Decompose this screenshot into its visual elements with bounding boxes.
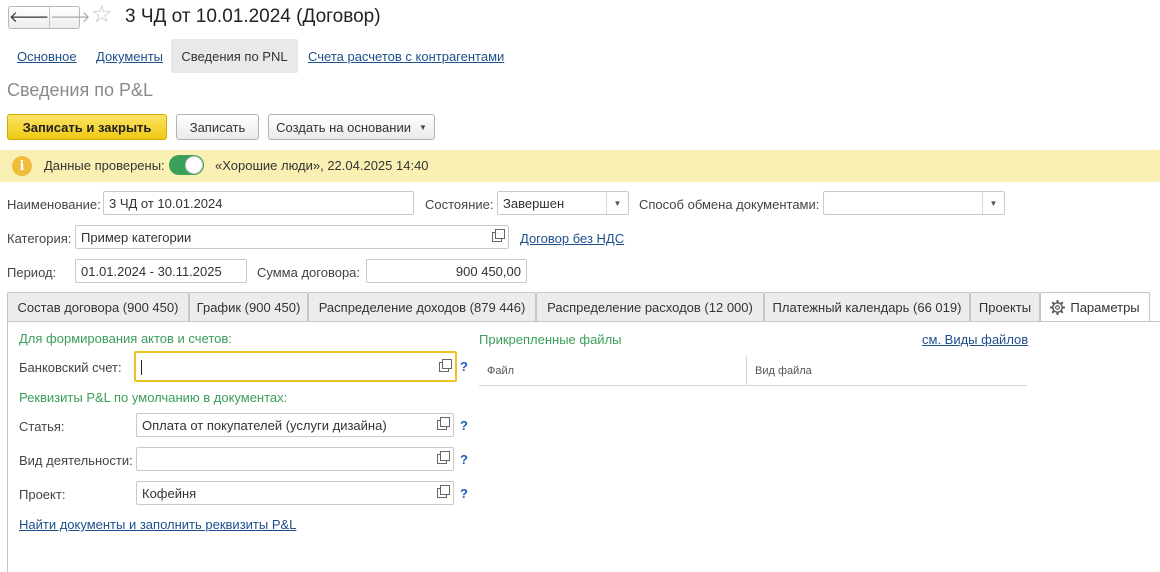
name-field[interactable]: 3 ЧД от 10.01.2024	[103, 191, 414, 215]
open-icon[interactable]	[433, 353, 455, 380]
attached-files-heading: Прикрепленные файлы	[479, 332, 622, 347]
period-field[interactable]: 01.01.2024 - 30.11.2025	[75, 259, 247, 283]
verified-by-text: «Хорошие люди», 22.04.2025 14:40	[215, 158, 429, 173]
create-based-on-label: Создать на основании	[276, 119, 411, 135]
exchange-select[interactable]: ▼	[823, 191, 1005, 215]
open-icon[interactable]	[431, 448, 453, 470]
tab-panel-left-border	[7, 321, 8, 572]
tab-parameters-label: Параметры	[1070, 300, 1140, 315]
files-column-type[interactable]: Вид файла	[746, 356, 1027, 386]
period-label: Период:	[7, 265, 57, 280]
tab-panel-border	[7, 321, 1160, 322]
forward-button[interactable]: 🡒	[50, 7, 90, 28]
category-value: Пример категории	[81, 229, 192, 245]
files-table-header: Файл Вид файла	[479, 356, 1027, 386]
state-value: Завершен	[503, 195, 565, 211]
chevron-down-icon[interactable]: ▼	[982, 192, 1004, 214]
article-label: Статья:	[19, 419, 65, 434]
bank-account-value	[141, 358, 433, 375]
arrow-right-icon: 🡒	[50, 9, 91, 26]
section-link-documents[interactable]: Документы	[96, 49, 163, 64]
state-label: Состояние:	[425, 197, 494, 212]
section-link-accounts[interactable]: Счета расчетов с контрагентами	[308, 49, 504, 64]
save-and-close-button[interactable]: Записать и закрыть	[7, 114, 167, 140]
file-types-link[interactable]: см. Виды файлов	[922, 332, 1028, 347]
verified-label: Данные проверены:	[44, 158, 165, 173]
activity-label: Вид деятельности:	[19, 453, 133, 468]
gear-icon	[1050, 300, 1066, 315]
verified-toggle[interactable]	[169, 155, 204, 175]
arrow-left-icon: 🡐	[9, 9, 50, 26]
name-label: Наименование:	[7, 197, 101, 212]
tab-parameters[interactable]: Параметры	[1040, 292, 1150, 322]
contract-sum-label: Сумма договора:	[257, 265, 361, 280]
chevron-down-icon: ▼	[418, 122, 427, 132]
bank-account-label: Банковский счет:	[19, 360, 122, 375]
window-title: 3 ЧД от 10.01.2024 (Договор)	[125, 6, 381, 27]
help-icon[interactable]: ?	[460, 486, 468, 501]
state-select[interactable]: Завершен ▼	[497, 191, 629, 215]
tab-expense-distribution[interactable]: Распределение расходов (12 000)	[536, 292, 764, 321]
activity-field[interactable]	[136, 447, 454, 471]
contract-sum-value: 900 450,00	[455, 263, 521, 279]
category-label: Категория:	[7, 231, 72, 246]
tab-projects[interactable]: Проекты	[970, 292, 1040, 321]
help-icon[interactable]: ?	[460, 359, 468, 374]
info-icon: i	[12, 156, 32, 176]
tab-strip: Состав договора (900 450) График (900 45…	[7, 292, 1160, 322]
open-icon[interactable]	[486, 226, 508, 248]
article-field[interactable]: Оплата от покупателей (услуги дизайна)	[136, 413, 454, 437]
tab-schedule[interactable]: График (900 450)	[189, 292, 308, 321]
vat-contract-link[interactable]: Договор без НДС	[520, 231, 624, 246]
period-value: 01.01.2024 - 30.11.2025	[81, 263, 222, 279]
bank-account-field[interactable]	[134, 351, 457, 382]
contract-sum-field[interactable]: 900 450,00	[366, 259, 527, 283]
section-link-main[interactable]: Основное	[17, 49, 77, 64]
save-button[interactable]: Записать	[176, 114, 259, 140]
toggle-knob	[185, 156, 203, 174]
project-label: Проект:	[19, 487, 66, 502]
find-documents-link[interactable]: Найти документы и заполнить реквизиты P&…	[19, 517, 296, 532]
category-field[interactable]: Пример категории	[75, 225, 509, 249]
exchange-label: Способ обмена документами:	[639, 197, 820, 212]
project-field[interactable]: Кофейня	[136, 481, 454, 505]
project-value: Кофейня	[142, 485, 197, 501]
defaults-section-heading: Реквизиты P&L по умолчанию в документах:	[19, 390, 288, 405]
name-value: 3 ЧД от 10.01.2024	[109, 195, 223, 211]
open-icon[interactable]	[431, 482, 453, 504]
page-title: Сведения по P&L	[7, 80, 154, 100]
navigation-buttons: 🡐 🡒	[8, 6, 90, 29]
open-icon[interactable]	[431, 414, 453, 436]
acts-section-heading: Для формирования актов и счетов:	[19, 331, 232, 346]
tab-contract-composition[interactable]: Состав договора (900 450)	[7, 292, 189, 321]
tab-payment-calendar[interactable]: Платежный календарь (66 019)	[764, 292, 970, 321]
article-value: Оплата от покупателей (услуги дизайна)	[142, 417, 387, 433]
back-button[interactable]: 🡐	[9, 7, 51, 28]
tab-income-distribution[interactable]: Распределение доходов (879 446)	[308, 292, 536, 321]
create-based-on-button[interactable]: Создать на основании ▼	[268, 114, 435, 140]
favorite-star-icon[interactable]: ☆	[91, 3, 113, 27]
section-tab-pnl[interactable]: Сведения по PNL	[171, 39, 298, 73]
files-column-file[interactable]: Файл	[479, 356, 746, 386]
help-icon[interactable]: ?	[460, 452, 468, 467]
chevron-down-icon[interactable]: ▼	[606, 192, 628, 214]
help-icon[interactable]: ?	[460, 418, 468, 433]
